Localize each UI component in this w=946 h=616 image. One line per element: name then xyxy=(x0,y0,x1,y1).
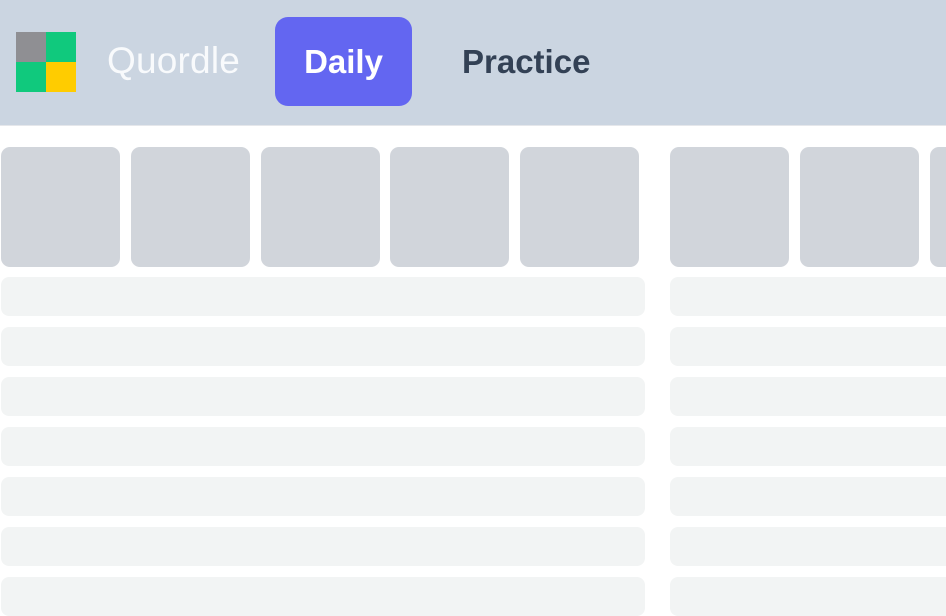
empty-guess-row xyxy=(1,527,645,566)
empty-guess-row xyxy=(670,527,946,566)
empty-guess-row xyxy=(1,327,645,366)
logo-top-right-square xyxy=(46,32,76,62)
logo-bottom-left-square xyxy=(16,62,46,92)
quordle-app: Quordle Daily Practice xyxy=(0,0,946,616)
logo-top-left-square xyxy=(16,32,46,62)
logo-bottom-right-square xyxy=(46,62,76,92)
letter-tile xyxy=(670,147,789,267)
empty-guess-row xyxy=(1,577,645,616)
brand-title[interactable]: Quordle xyxy=(107,39,240,83)
empty-guess-row xyxy=(670,327,946,366)
empty-guess-row xyxy=(670,577,946,616)
empty-guess-row xyxy=(1,377,645,416)
letter-tile xyxy=(260,147,380,267)
right-current-guess-row xyxy=(670,147,946,267)
empty-guess-row xyxy=(1,277,645,316)
tab-daily[interactable]: Daily xyxy=(275,17,412,106)
empty-guess-row xyxy=(1,427,645,466)
quordle-logo-icon[interactable] xyxy=(16,32,76,92)
top-navigation-bar: Quordle Daily Practice xyxy=(0,0,946,126)
letter-tile xyxy=(390,147,510,267)
empty-guess-row xyxy=(1,477,645,516)
letter-tile xyxy=(130,147,250,267)
empty-guess-row xyxy=(670,377,946,416)
letter-tile xyxy=(799,147,919,267)
letter-tile xyxy=(929,147,946,267)
letter-tile xyxy=(1,147,120,267)
empty-guess-row xyxy=(670,427,946,466)
letter-tile xyxy=(520,147,639,267)
empty-guess-row xyxy=(670,477,946,516)
empty-guess-row xyxy=(670,277,946,316)
left-current-guess-row xyxy=(1,147,645,267)
tab-practice[interactable]: Practice xyxy=(462,17,602,106)
